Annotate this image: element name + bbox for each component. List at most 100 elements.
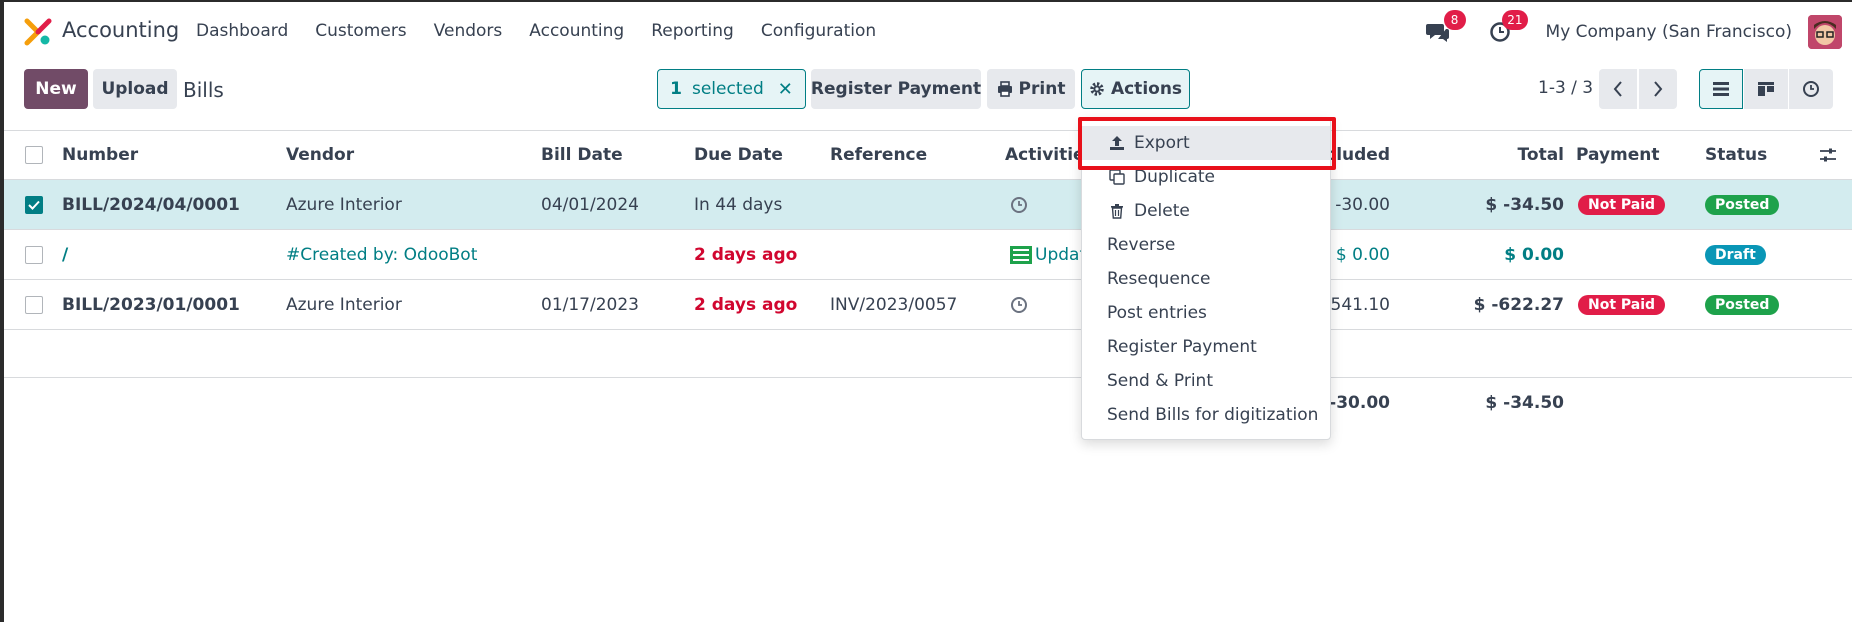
total-amount: $ 0.00 — [1504, 244, 1564, 265]
menu-item-reverse[interactable]: Reverse — [1082, 228, 1330, 262]
selected-label: selected — [691, 79, 764, 99]
actions-button[interactable]: Actions — [1081, 69, 1190, 109]
upload-document-icon — [1010, 245, 1032, 264]
activity-view-button[interactable] — [1789, 69, 1833, 109]
row-checkbox[interactable] — [25, 245, 43, 264]
page-title: Bills — [183, 78, 224, 102]
selected-count: 1 — [670, 79, 682, 99]
bill-reference: INV/2023/0057 — [830, 294, 958, 315]
print-button[interactable]: Print — [987, 69, 1075, 109]
row-select-cell — [25, 230, 43, 279]
header-total[interactable]: Total — [1404, 131, 1564, 179]
table-footer-totals: $ -30.00 $ -34.50 — [4, 378, 1852, 428]
activity-button[interactable] — [1010, 180, 1028, 229]
menu-vendors[interactable]: Vendors — [434, 21, 503, 41]
menu-configuration[interactable]: Configuration — [761, 21, 876, 41]
export-highlight-annotation — [1078, 117, 1336, 170]
app-name[interactable]: Accounting — [62, 18, 179, 42]
menu-item-send-digitization[interactable]: Send Bills for digitization — [1082, 398, 1330, 432]
row-select-cell — [25, 180, 43, 229]
table-row[interactable]: BILL/2024/04/0001 Azure Interior 04/01/2… — [4, 180, 1852, 230]
messages-button[interactable]: 8 — [1422, 10, 1466, 48]
copy-icon — [1109, 169, 1125, 185]
status-badge: Posted — [1705, 194, 1780, 215]
menu-reporting[interactable]: Reporting — [651, 21, 734, 41]
row-checkbox[interactable] — [25, 295, 43, 314]
company-switcher[interactable]: My Company (San Francisco) — [1546, 22, 1792, 42]
status-badge: Draft — [1705, 244, 1766, 265]
activity-button[interactable] — [1010, 280, 1028, 329]
select-all-checkbox[interactable] — [25, 146, 43, 164]
list-view-button[interactable] — [1699, 69, 1743, 109]
new-button[interactable]: New — [24, 69, 88, 109]
due-date: 2 days ago — [694, 294, 798, 315]
selection-indicator: 1 selected ✕ — [657, 69, 806, 109]
header-status[interactable]: Status — [1705, 131, 1767, 179]
list-icon — [1713, 82, 1729, 96]
menu-item-label: Delete — [1134, 201, 1190, 221]
kanban-view-button[interactable] — [1744, 69, 1788, 109]
upload-button[interactable]: Upload — [93, 69, 177, 109]
sliders-icon — [1820, 148, 1836, 162]
navbar-systray: 8 21 My Company (San Francisco) — [1422, 10, 1852, 52]
payment-badge: Not Paid — [1578, 194, 1666, 215]
header-payment[interactable]: Payment — [1576, 131, 1660, 179]
total-amount: $ -34.50 — [1485, 194, 1564, 215]
bill-number: / — [62, 244, 69, 265]
status-badge: Posted — [1705, 294, 1780, 315]
bill-number: BILL/2024/04/0001 — [62, 194, 240, 215]
menu-item-delete[interactable]: Delete — [1082, 194, 1330, 228]
menu-item-label: Duplicate — [1134, 167, 1215, 187]
clock-icon — [1803, 81, 1819, 97]
chevron-right-icon — [1654, 81, 1663, 97]
payment-status-cell: Not Paid — [1578, 180, 1666, 229]
activity-button[interactable]: Updat — [1010, 230, 1086, 279]
menu-item-resequence[interactable]: Resequence — [1082, 262, 1330, 296]
payment-status-cell: Not Paid — [1578, 280, 1666, 329]
user-avatar-image — [1808, 15, 1842, 49]
checkmark-icon — [28, 200, 40, 210]
activities-badge: 21 — [1502, 10, 1528, 30]
table-row[interactable]: / #Created by: OdooBot 2 days ago Updat … — [4, 230, 1852, 280]
menu-item-register-payment[interactable]: Register Payment — [1082, 330, 1330, 364]
main-menu: Dashboard Customers Vendors Accounting R… — [196, 21, 903, 41]
header-bill-date[interactable]: Bill Date — [541, 131, 623, 179]
unselect-icon[interactable]: ✕ — [778, 79, 793, 100]
messages-badge: 8 — [1443, 10, 1466, 30]
clock-icon — [1011, 296, 1027, 313]
header-reference[interactable]: Reference — [830, 131, 927, 179]
row-select-cell — [25, 280, 43, 329]
payment-badge: Not Paid — [1578, 294, 1666, 315]
activities-button[interactable]: 21 — [1484, 10, 1528, 48]
bill-date: 01/17/2023 — [541, 294, 639, 315]
activity-label: Updat — [1035, 244, 1087, 265]
chevron-left-icon — [1613, 81, 1622, 97]
header-due-date[interactable]: Due Date — [694, 131, 783, 179]
menu-customers[interactable]: Customers — [315, 21, 406, 41]
gear-icon — [1090, 82, 1104, 96]
menu-item-post-entries[interactable]: Post entries — [1082, 296, 1330, 330]
actions-label: Actions — [1110, 79, 1183, 99]
pager-previous[interactable] — [1599, 69, 1637, 109]
menu-dashboard[interactable]: Dashboard — [196, 21, 288, 41]
optional-columns-toggle[interactable] — [1819, 131, 1837, 179]
clock-icon — [1011, 196, 1027, 213]
row-checkbox[interactable] — [25, 195, 43, 214]
table-row[interactable]: BILL/2023/01/0001 Azure Interior 01/17/2… — [4, 280, 1852, 330]
menu-item-send-print[interactable]: Send & Print — [1082, 364, 1330, 398]
menu-accounting[interactable]: Accounting — [529, 21, 624, 41]
pager-next[interactable] — [1639, 69, 1677, 109]
top-navbar: Accounting Dashboard Customers Vendors A… — [4, 2, 1852, 60]
user-avatar[interactable] — [1808, 15, 1842, 49]
bill-vendor: Azure Interior — [286, 294, 402, 315]
accounting-app-icon[interactable] — [24, 18, 52, 46]
due-date: In 44 days — [694, 194, 783, 215]
register-payment-button[interactable]: Register Payment — [811, 69, 981, 109]
bill-date: 04/01/2024 — [541, 194, 639, 215]
bill-vendor: #Created by: OdooBot — [286, 244, 478, 265]
pager-value[interactable]: 1-3 / 3 — [1538, 78, 1593, 98]
header-vendor[interactable]: Vendor — [286, 131, 354, 179]
header-number[interactable]: Number — [62, 131, 138, 179]
due-date: 2 days ago — [694, 244, 798, 265]
select-all-cell — [25, 131, 43, 179]
